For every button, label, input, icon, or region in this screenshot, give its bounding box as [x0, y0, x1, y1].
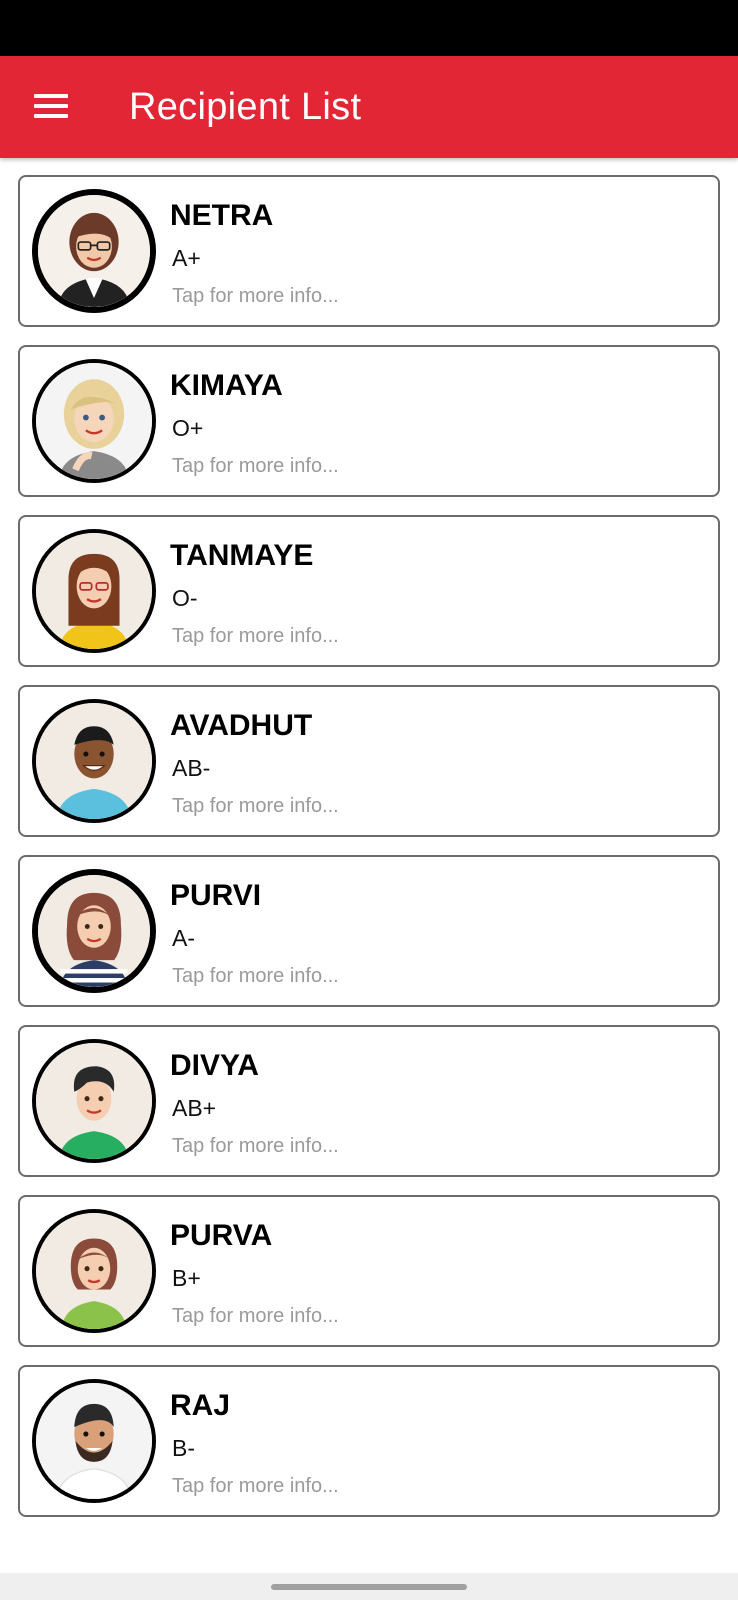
more-info-hint: Tap for more info... [172, 1135, 339, 1157]
avatar [32, 359, 156, 483]
avatar [32, 1209, 156, 1333]
more-info-hint: Tap for more info... [172, 1305, 339, 1327]
app-bar: Recipient List [0, 56, 738, 158]
avatar [32, 869, 156, 993]
more-info-hint: Tap for more info... [172, 455, 339, 477]
blood-group: A+ [172, 245, 201, 271]
more-info-hint: Tap for more info... [172, 625, 339, 647]
recipient-card-kimaya[interactable]: KIMAYA O+ Tap for more info... [18, 345, 720, 497]
recipient-name: NETRA [170, 199, 274, 232]
more-info-hint: Tap for more info... [172, 285, 339, 307]
blood-group: AB+ [172, 1095, 217, 1121]
recipient-card-raj[interactable]: RAJ B- Tap for more info... [18, 1365, 720, 1517]
more-info-hint: Tap for more info... [172, 965, 339, 987]
recipient-card-divya[interactable]: DIVYA AB+ Tap for more info... [18, 1025, 720, 1177]
recipient-card-avadhut[interactable]: AVADHUT AB- Tap for more info... [18, 685, 720, 837]
blood-group: O+ [172, 415, 204, 441]
page-title: Recipient List [129, 86, 362, 128]
blood-group: O- [172, 585, 198, 611]
more-info-hint: Tap for more info... [172, 795, 339, 817]
recipient-name: TANMAYE [170, 539, 314, 572]
blood-group: AB- [172, 755, 211, 781]
home-gesture-handle[interactable] [271, 1584, 467, 1590]
recipient-name: RAJ [170, 1389, 231, 1422]
status-bar [0, 0, 738, 56]
blood-group: B+ [172, 1265, 201, 1291]
recipient-card-tanmaye[interactable]: TANMAYE O- Tap for more info... [18, 515, 720, 667]
recipient-card-purvi[interactable]: PURVI A- Tap for more info... [18, 855, 720, 1007]
recipient-name: AVADHUT [170, 709, 313, 742]
avatar [32, 189, 156, 313]
avatar [32, 1039, 156, 1163]
more-info-hint: Tap for more info... [172, 1475, 339, 1497]
recipient-name: PURVI [170, 879, 262, 912]
blood-group: A- [172, 925, 195, 951]
avatar [32, 699, 156, 823]
avatar [32, 1379, 156, 1503]
blood-group: B- [172, 1435, 195, 1461]
system-nav-bar [0, 1573, 738, 1600]
hamburger-menu-icon[interactable] [34, 94, 68, 118]
recipient-card-purva[interactable]: PURVA B+ Tap for more info... [18, 1195, 720, 1347]
avatar [32, 529, 156, 653]
recipient-card-netra[interactable]: NETRA A+ Tap for more info... [18, 175, 720, 327]
recipient-name: DIVYA [170, 1049, 259, 1082]
recipient-list: NETRA A+ Tap for more info... KIMAYA O+ … [18, 175, 720, 1535]
recipient-name: PURVA [170, 1219, 273, 1252]
recipient-name: KIMAYA [170, 369, 283, 402]
